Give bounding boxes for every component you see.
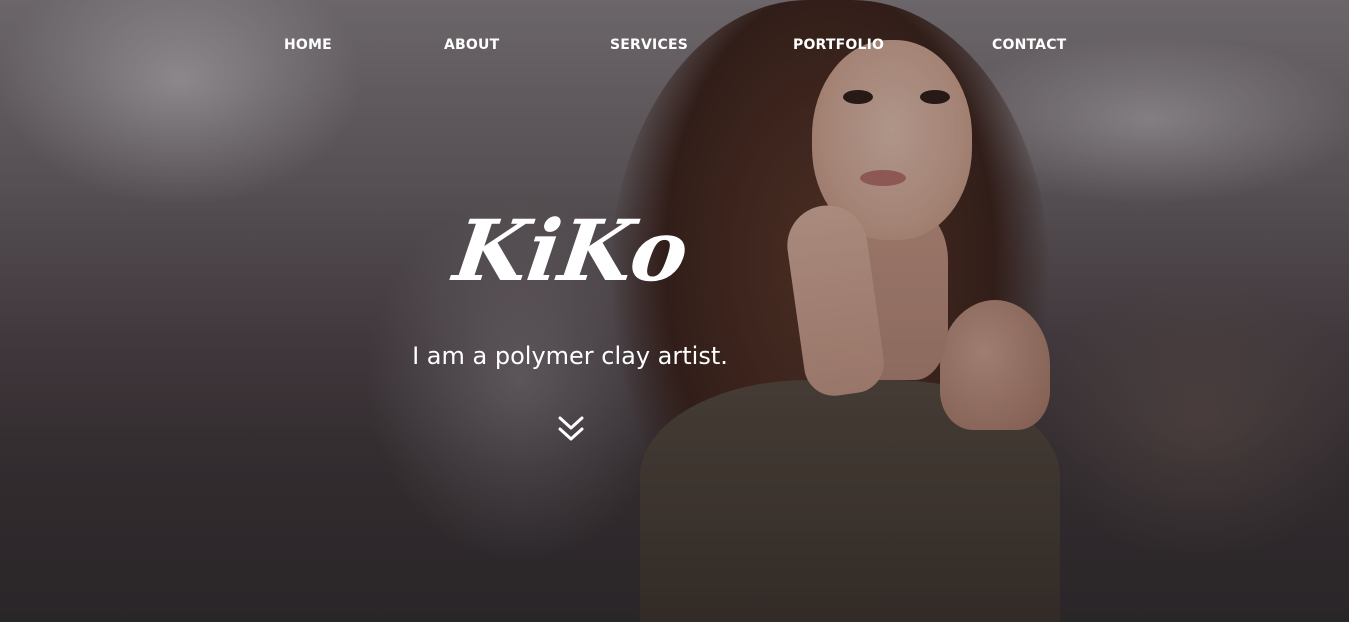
logo-text: KiKo <box>447 201 695 300</box>
tagline: I am a polymer clay artist. <box>412 342 728 370</box>
hero-section: HOME ABOUT SERVICES PORTFOLIO CONTACT Ki… <box>0 0 1349 622</box>
main-nav: HOME ABOUT SERVICES PORTFOLIO CONTACT <box>0 35 1349 55</box>
scroll-down-button[interactable] <box>556 414 586 446</box>
nav-portfolio[interactable]: PORTFOLIO <box>793 35 884 55</box>
logo: KiKo <box>447 201 695 300</box>
hero-overlay <box>0 0 1349 622</box>
double-chevron-down-icon <box>558 416 584 441</box>
nav-contact[interactable]: CONTACT <box>992 35 1066 55</box>
nav-services[interactable]: SERVICES <box>610 35 688 55</box>
nav-about[interactable]: ABOUT <box>444 35 499 55</box>
nav-home[interactable]: HOME <box>284 35 332 55</box>
